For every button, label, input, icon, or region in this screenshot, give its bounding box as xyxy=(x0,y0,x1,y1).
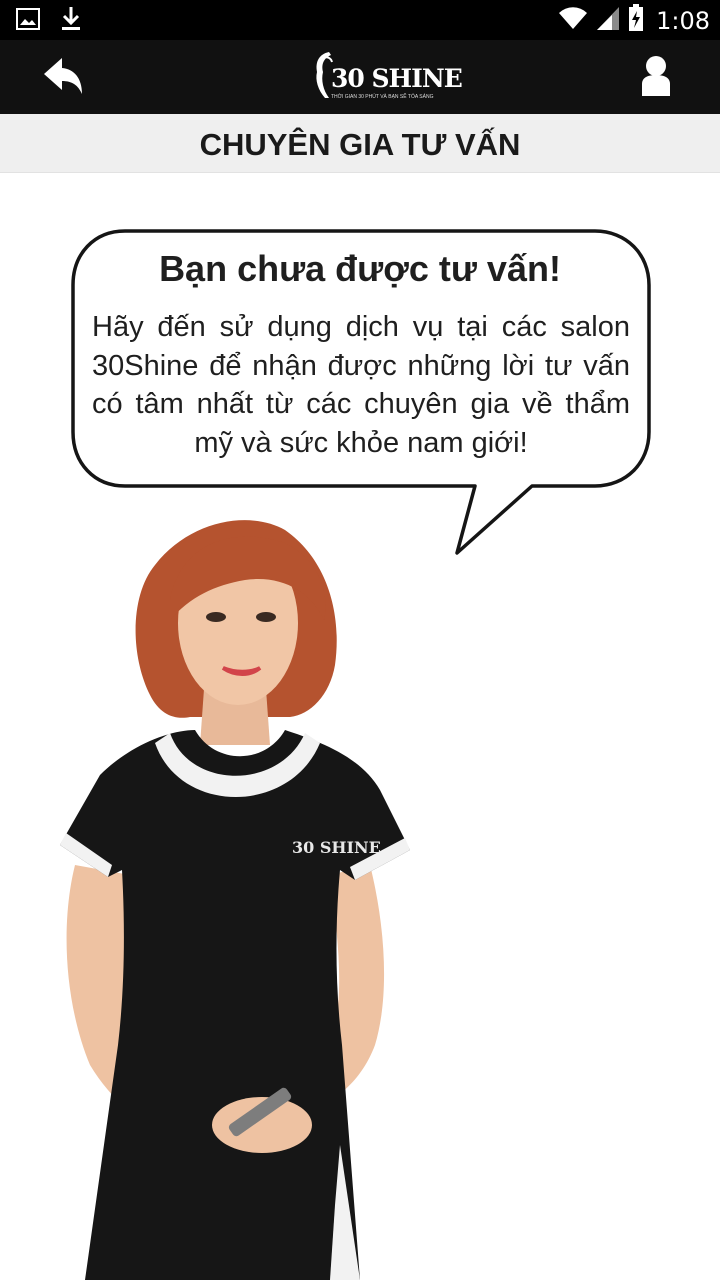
battery-icon xyxy=(628,4,644,37)
sub-header: CHUYÊN GIA TƯ VẤN xyxy=(0,114,720,173)
download-icon xyxy=(60,6,82,37)
wifi-icon xyxy=(558,5,588,36)
bubble-title: Bạn chưa được tư vấn! xyxy=(159,248,561,289)
status-bar: 1:08 xyxy=(0,0,720,40)
app-logo: 30 SHINE THỜI GIAN 30 PHÚT VÀ BẠN SẼ TỎA… xyxy=(313,48,463,108)
bubble-message: Hãy đến sử dụng dịch vụ tại các salon 30… xyxy=(92,311,630,459)
page-title: CHUYÊN GIA TƯ VẤN xyxy=(199,127,521,162)
consultant-illustration xyxy=(60,520,410,1280)
status-time: 1:08 xyxy=(656,6,710,35)
logo-tagline: THỜI GIAN 30 PHÚT VÀ BẠN SẼ TỎA SÁNG xyxy=(331,94,434,100)
signal-icon xyxy=(596,5,620,36)
shirt-logo: 30 SHINE xyxy=(292,838,381,857)
back-button[interactable] xyxy=(40,54,90,100)
user-icon xyxy=(638,56,674,104)
profile-button[interactable] xyxy=(638,54,674,100)
logo-text: 30 SHINE xyxy=(331,64,463,93)
status-left xyxy=(16,6,82,37)
image-icon xyxy=(16,8,40,35)
app-bar: 30 SHINE THỜI GIAN 30 PHÚT VÀ BẠN SẼ TỎA… xyxy=(0,40,720,114)
logo-mark xyxy=(316,52,333,98)
back-arrow-icon xyxy=(40,58,90,104)
status-right: 1:08 xyxy=(558,4,710,37)
